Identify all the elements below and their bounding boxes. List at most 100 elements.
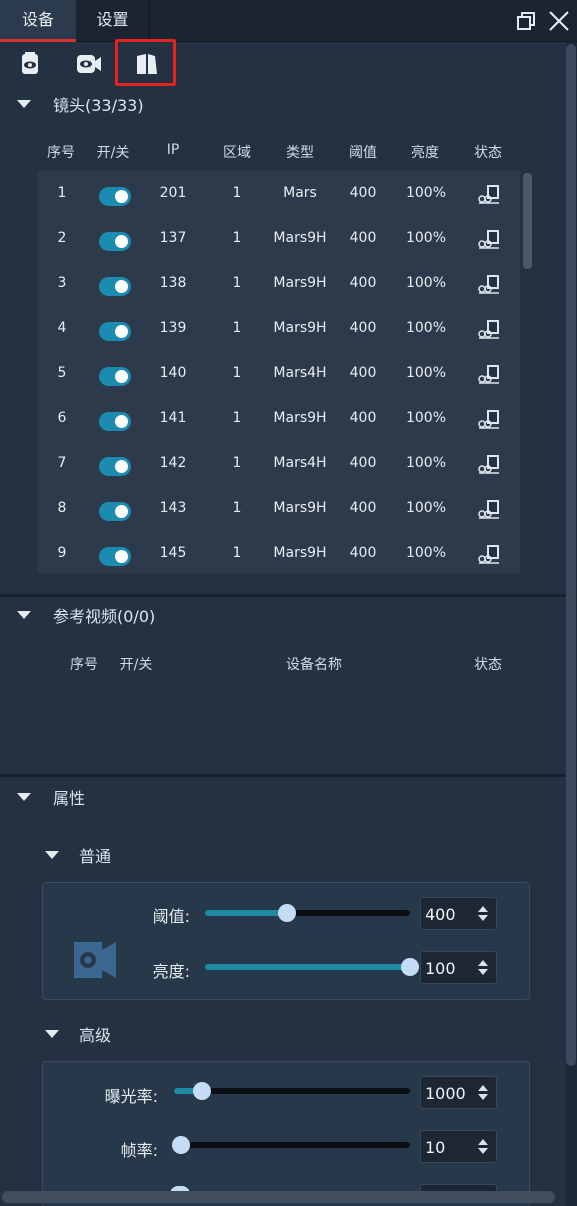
column-header-no: 序号: [47, 145, 75, 161]
threshold-slider-fill: [205, 910, 287, 916]
cell-ip: 137: [159, 230, 187, 246]
collapse-caret-icon[interactable]: [45, 851, 59, 859]
cell-ip: 138: [159, 275, 187, 291]
column-header-type: 类型: [286, 145, 314, 161]
cell-ip: 201: [159, 185, 187, 201]
brightness-spinbox-value[interactable]: 100: [425, 952, 456, 985]
power-toggle[interactable]: [99, 502, 131, 521]
cell-no: 2: [57, 230, 67, 246]
collapse-caret-icon[interactable]: [17, 611, 31, 619]
lens-table-scrollbar[interactable]: [523, 173, 532, 269]
camera-eye-icon[interactable]: [13, 48, 47, 80]
cell-type: Mars9H: [273, 500, 327, 516]
spin-down-icon[interactable]: [478, 1148, 488, 1154]
power-toggle[interactable]: [99, 277, 131, 296]
table-row[interactable]: 2 137 1 Mars9H 400 100%: [37, 216, 520, 261]
cell-threshold: 400: [349, 230, 377, 246]
power-toggle[interactable]: [99, 412, 131, 431]
cell-brightness: 100%: [405, 185, 447, 201]
cell-brightness: 100%: [405, 320, 447, 336]
threshold-slider[interactable]: [205, 904, 410, 922]
power-toggle[interactable]: [99, 187, 131, 206]
cell-threshold: 400: [349, 365, 377, 381]
book-layout-icon[interactable]: [130, 48, 164, 80]
spin-down-icon[interactable]: [478, 1094, 488, 1100]
spin-down-icon[interactable]: [478, 915, 488, 921]
table-row[interactable]: 8 143 1 Mars9H 400 100%: [37, 486, 520, 531]
table-row[interactable]: 6 141 1 Mars9H 400 100%: [37, 396, 520, 441]
lens-section-title: 镜头(33/33): [53, 96, 144, 115]
spin-up-icon[interactable]: [478, 960, 488, 966]
vertical-scrollbar-thumb[interactable]: [566, 44, 576, 1066]
tab-settings[interactable]: 设置: [76, 0, 150, 42]
brightness-slider-knob[interactable]: [401, 958, 419, 976]
cell-brightness: 100%: [405, 230, 447, 246]
close-icon[interactable]: [546, 8, 572, 34]
power-toggle[interactable]: [99, 232, 131, 251]
ref-column-header-switch: 开/关: [119, 657, 153, 673]
brightness-slider-fill: [205, 964, 410, 970]
spin-up-icon[interactable]: [478, 1085, 488, 1091]
column-header-threshold: 阈值: [349, 145, 377, 161]
horizontal-scrollbar[interactable]: [2, 1191, 555, 1203]
lens-section-header[interactable]: 镜头(33/33): [0, 89, 144, 119]
threshold-spinbox-value[interactable]: 400: [425, 898, 456, 931]
cell-brightness: 100%: [405, 545, 447, 561]
framerate-slider[interactable]: [172, 1136, 410, 1154]
cell-brightness: 100%: [405, 275, 447, 291]
table-row[interactable]: 5 140 1 Mars4H 400 100%: [37, 351, 520, 396]
power-toggle[interactable]: [99, 322, 131, 341]
cell-zone: 1: [232, 365, 242, 381]
cell-zone: 1: [232, 185, 242, 201]
cell-zone: 1: [232, 545, 242, 561]
table-row[interactable]: 3 138 1 Mars9H 400 100%: [37, 261, 520, 306]
threshold-spinbox[interactable]: 400: [420, 897, 497, 930]
tab-bar: 设备 设置: [0, 0, 577, 42]
cell-no: 5: [57, 365, 67, 381]
cell-no: 3: [57, 275, 67, 291]
cell-no: 1: [57, 185, 67, 201]
table-row[interactable]: 4 139 1 Mars9H 400 100%: [37, 306, 520, 351]
exposure-spinbox[interactable]: 1000: [420, 1076, 497, 1109]
general-subsection-header[interactable]: 普通: [0, 840, 111, 870]
reference-section-header[interactable]: 参考视频(0/0): [0, 600, 155, 630]
power-toggle[interactable]: [99, 457, 131, 476]
threshold-slider-knob[interactable]: [278, 904, 296, 922]
spin-up-icon[interactable]: [478, 906, 488, 912]
spin-up-icon[interactable]: [478, 1139, 488, 1145]
collapse-caret-icon[interactable]: [45, 1030, 59, 1038]
cell-type: Mars9H: [273, 275, 327, 291]
connected-device-icon: [477, 454, 501, 474]
cell-threshold: 400: [349, 275, 377, 291]
connected-device-icon: [477, 544, 501, 564]
exposure-spinbox-value[interactable]: 1000: [425, 1077, 466, 1110]
cell-type: Mars9H: [273, 320, 327, 336]
advanced-subsection-header[interactable]: 高级: [0, 1019, 111, 1049]
video-camera-eye-icon[interactable]: [72, 48, 106, 80]
column-header-brightness: 亮度: [411, 145, 439, 161]
framerate-spinbox-value[interactable]: 10: [425, 1131, 445, 1164]
column-header-status: 状态: [474, 145, 502, 161]
collapse-caret-icon[interactable]: [17, 793, 31, 801]
spin-down-icon[interactable]: [478, 969, 488, 975]
connected-device-icon: [477, 184, 501, 204]
framerate-spinbox[interactable]: 10: [420, 1130, 497, 1163]
power-toggle[interactable]: [99, 547, 131, 566]
connected-device-icon: [477, 364, 501, 384]
table-row[interactable]: 9 145 1 Mars9H 400 100%: [37, 531, 520, 576]
exposure-slider[interactable]: [174, 1082, 410, 1100]
collapse-caret-icon[interactable]: [17, 100, 31, 108]
table-row[interactable]: 1 201 1 Mars 400 100%: [37, 171, 520, 216]
brightness-spinbox[interactable]: 100: [420, 951, 497, 984]
cell-no: 8: [57, 500, 67, 516]
restore-window-icon[interactable]: [513, 8, 539, 34]
tab-devices[interactable]: 设备: [0, 0, 76, 42]
cell-type: Mars9H: [273, 545, 327, 561]
cell-ip: 142: [159, 455, 187, 471]
properties-section-header[interactable]: 属性: [0, 782, 85, 812]
framerate-slider-knob[interactable]: [172, 1136, 191, 1154]
brightness-slider[interactable]: [205, 958, 419, 976]
table-row[interactable]: 7 142 1 Mars4H 400 100%: [37, 441, 520, 486]
power-toggle[interactable]: [99, 367, 131, 386]
cell-type: Mars9H: [273, 410, 327, 426]
